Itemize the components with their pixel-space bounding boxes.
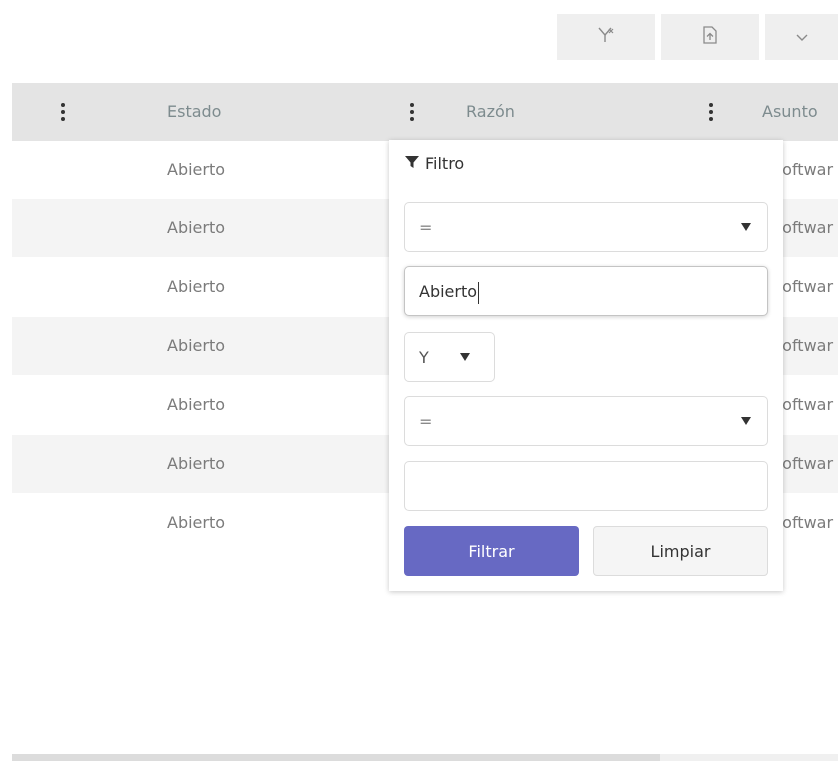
column-header-asunto[interactable]: Asunto [762, 83, 818, 141]
toolbar-dropdown-button[interactable] [765, 14, 838, 60]
filter-title-label: Filtro [425, 154, 465, 173]
caret-down-icon [741, 417, 751, 425]
scrollbar-thumb[interactable] [12, 754, 660, 761]
filter-value-input-2[interactable] [404, 461, 768, 511]
filter-value-input-1[interactable]: Abierto [404, 266, 768, 316]
filter-popup: Filtro = Abierto Y = Filtrar Limpiar [389, 140, 783, 591]
filter-title: Filtro [405, 154, 464, 173]
text-cursor [478, 281, 480, 304]
column-menu-icon[interactable] [404, 83, 420, 141]
filter-value-1-text: Abierto [419, 282, 478, 301]
column-header-razon[interactable]: Razón [466, 83, 515, 141]
table-header: Estado Razón Asunto [12, 83, 838, 141]
logic-select[interactable]: Y [404, 332, 495, 382]
filter-clear-icon [597, 26, 615, 48]
filter-clear-button[interactable]: Limpiar [593, 526, 768, 576]
caret-down-icon [460, 353, 470, 361]
cell-estado: Abierto [167, 513, 226, 532]
column-menu-icon[interactable] [703, 83, 719, 141]
filter-apply-button[interactable]: Filtrar [404, 526, 579, 576]
filter-icon [405, 154, 419, 173]
horizontal-scrollbar[interactable] [12, 754, 838, 761]
cell-estado: Abierto [167, 395, 226, 414]
operator-select-2[interactable]: = [404, 396, 768, 446]
operator-value-1: = [419, 218, 433, 237]
cell-estado: Abierto [167, 454, 226, 473]
file-export-icon [702, 26, 718, 48]
operator-select-1[interactable]: = [404, 202, 768, 252]
operator-value-2: = [419, 412, 433, 431]
export-button[interactable] [661, 14, 759, 60]
clear-filters-button[interactable] [557, 14, 655, 60]
column-header-estado[interactable]: Estado [167, 83, 221, 141]
cell-estado: Abierto [167, 160, 226, 179]
cell-estado: Abierto [167, 336, 226, 355]
caret-down-icon [741, 223, 751, 231]
cell-estado: Abierto [167, 277, 226, 296]
chevron-down-icon [795, 28, 809, 47]
column-menu-icon[interactable] [55, 83, 71, 141]
cell-estado: Abierto [167, 218, 226, 237]
logic-value: Y [419, 348, 429, 367]
